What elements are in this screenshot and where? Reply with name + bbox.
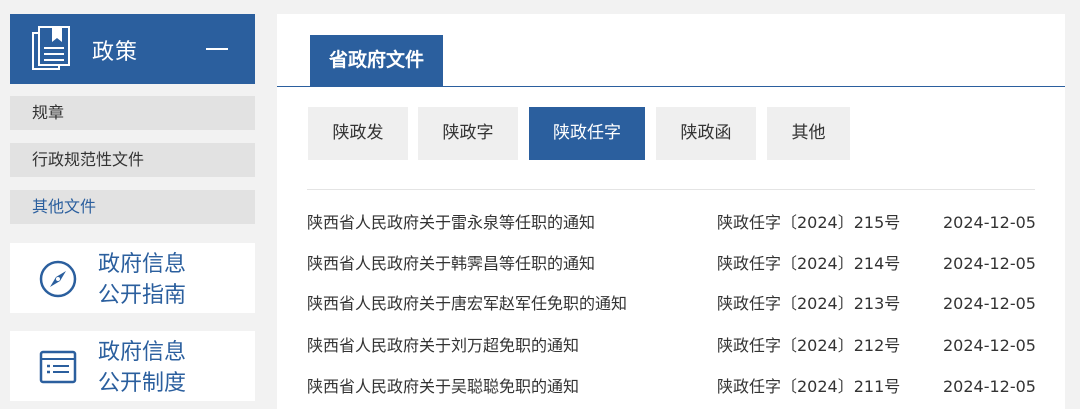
subtab-shaanzhengrenzi[interactable]: 陕政任字 (529, 107, 645, 160)
document-title-link[interactable]: 陕西省人民政府关于韩霁昌等任职的通知 (307, 249, 595, 279)
collapse-minus-icon[interactable] (206, 48, 228, 50)
policy-section-header[interactable]: 政策 (10, 14, 255, 84)
document-number: 陕政任字〔2024〕211号 (717, 377, 901, 396)
document-title-link[interactable]: 陕西省人民政府关于唐宏军赵军任免职的通知 (307, 289, 627, 319)
subtab-shaanzhengfa[interactable]: 陕政发 (308, 107, 408, 160)
document-date: 2024-12-05 (943, 213, 1036, 232)
card-line-2: 公开指南 (98, 283, 187, 308)
card-line-1: 政府信息 (98, 252, 187, 277)
list-item[interactable]: 陕西省人民政府关于吴聪聪免职的通知 陕政任字〔2024〕211号 2024-12… (307, 372, 1037, 402)
list-document-icon (39, 350, 77, 384)
sidebar-item-normative-documents[interactable]: 行政规范性文件 (10, 143, 255, 177)
list-item[interactable]: 陕西省人民政府关于雷永泉等任职的通知 陕政任字〔2024〕215号 2024-1… (307, 208, 1037, 238)
document-number: 陕政任字〔2024〕215号 (717, 213, 901, 232)
document-date: 2024-12-05 (943, 294, 1036, 313)
document-date: 2024-12-05 (943, 377, 1036, 396)
sidebar-item-regulations[interactable]: 规章 (10, 96, 255, 130)
document-title-link[interactable]: 陕西省人民政府关于刘万超免职的通知 (307, 331, 579, 361)
document-stack-icon (32, 26, 70, 70)
document-title-link[interactable]: 陕西省人民政府关于吴聪聪免职的通知 (307, 372, 579, 402)
list-item[interactable]: 陕西省人民政府关于唐宏军赵军任免职的通知 陕政任字〔2024〕213号 2024… (307, 289, 1037, 319)
sidebar-item-other-documents[interactable]: 其他文件 (10, 190, 255, 224)
policy-title: 政策 (92, 40, 139, 65)
info-disclosure-system-card[interactable]: 政府信息 公开制度 (10, 331, 255, 401)
compass-icon (39, 260, 77, 298)
document-date: 2024-12-05 (943, 336, 1036, 355)
document-title-link[interactable]: 陕西省人民政府关于雷永泉等任职的通知 (307, 208, 595, 238)
tab-underline (277, 86, 1065, 87)
subtab-other[interactable]: 其他 (767, 107, 850, 160)
info-disclosure-guide-text: 政府信息 公开指南 (98, 249, 248, 311)
subtab-shaanzhengzi[interactable]: 陕政字 (418, 107, 518, 160)
document-number: 陕政任字〔2024〕214号 (717, 254, 901, 273)
main-panel: 省政府文件 陕政发 陕政字 陕政任字 陕政函 其他 陕西省人民政府关于雷永泉等任… (277, 14, 1065, 409)
card-line-2: 公开制度 (98, 371, 187, 396)
subtab-shaanzhenghan[interactable]: 陕政函 (656, 107, 756, 160)
list-divider (307, 189, 1035, 190)
list-item[interactable]: 陕西省人民政府关于刘万超免职的通知 陕政任字〔2024〕212号 2024-12… (307, 331, 1037, 361)
info-disclosure-guide-card[interactable]: 政府信息 公开指南 (10, 243, 255, 313)
list-item[interactable]: 陕西省人民政府关于韩霁昌等任职的通知 陕政任字〔2024〕214号 2024-1… (307, 249, 1037, 279)
document-number: 陕政任字〔2024〕212号 (717, 336, 901, 355)
card-line-1: 政府信息 (98, 340, 187, 365)
sidebar: 政策 规章 行政规范性文件 其他文件 政府信息 公开指南 政府信息 公开制度 (10, 14, 255, 401)
document-date: 2024-12-05 (943, 254, 1036, 273)
tab-provincial-documents[interactable]: 省政府文件 (310, 35, 443, 86)
info-disclosure-system-text: 政府信息 公开制度 (98, 337, 248, 399)
document-number: 陕政任字〔2024〕213号 (717, 294, 901, 313)
